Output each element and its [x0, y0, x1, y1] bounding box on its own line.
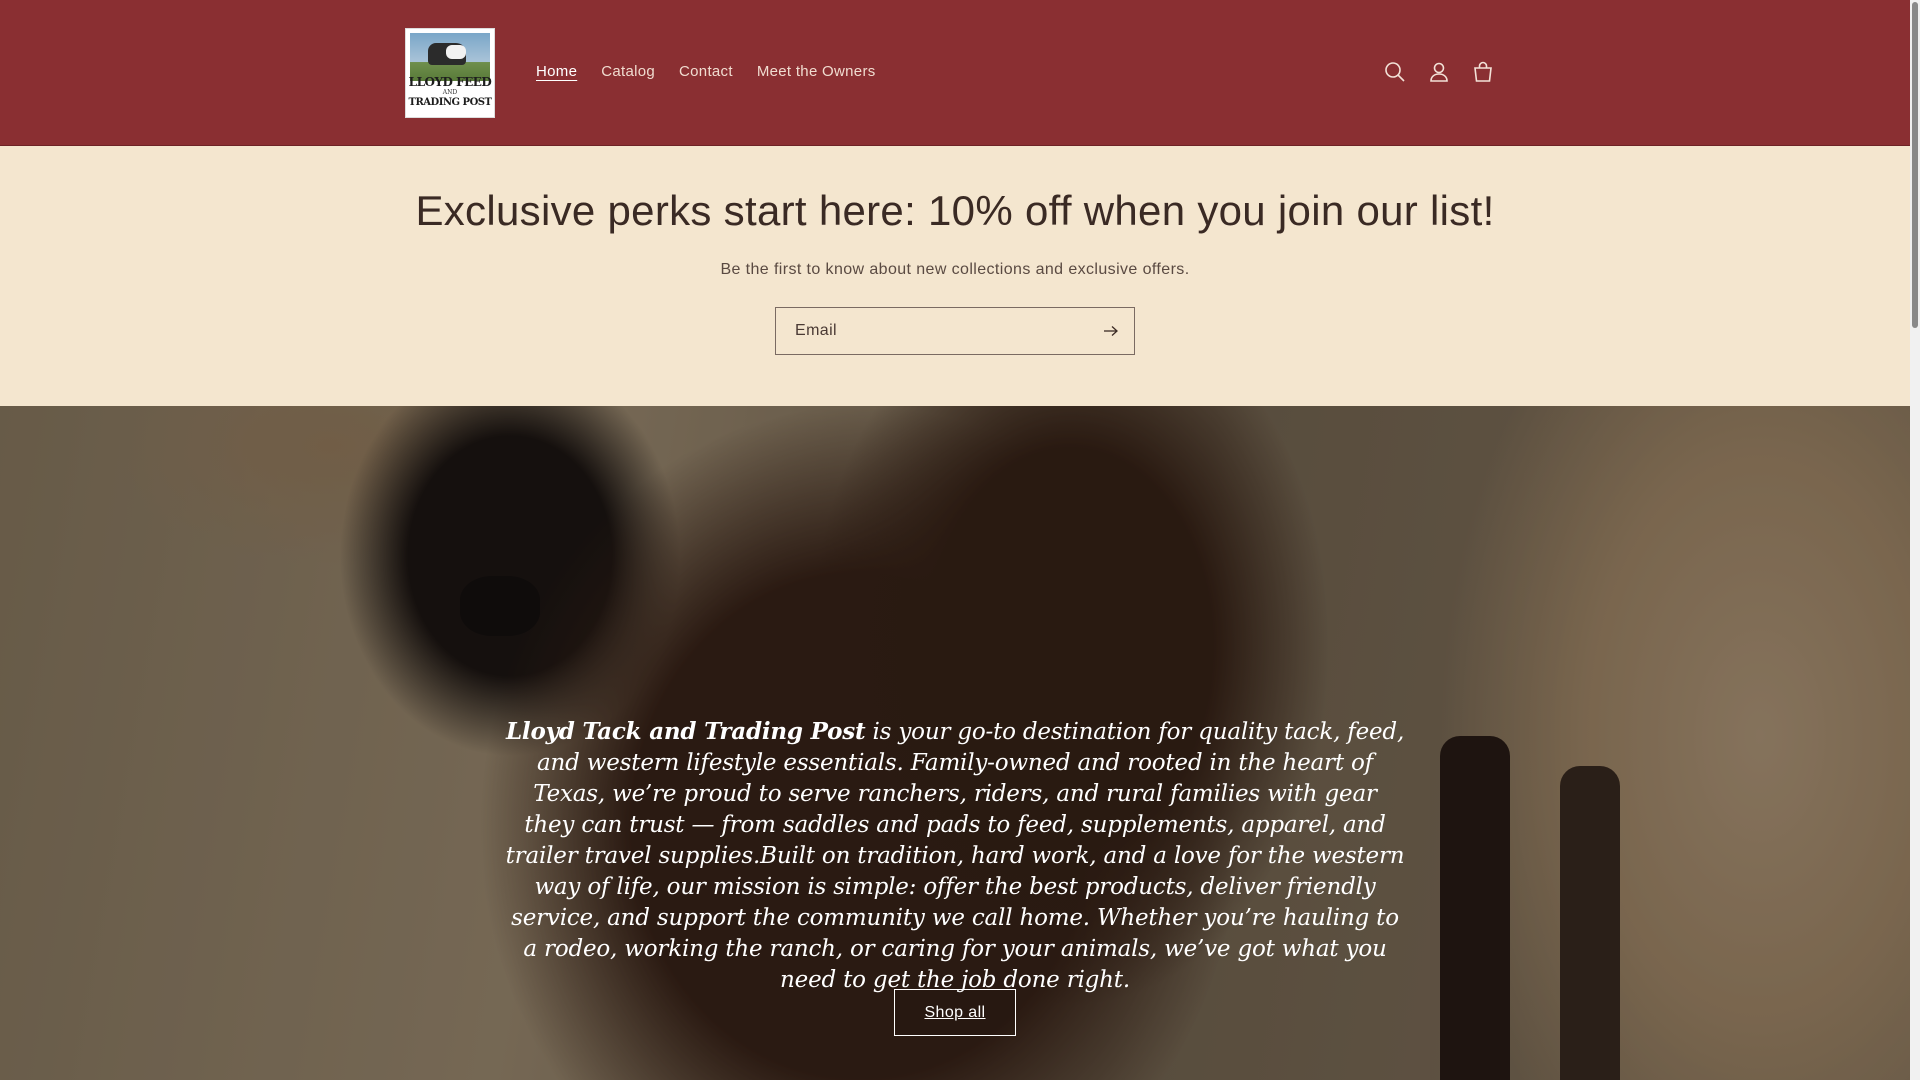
- account-icon: [1430, 62, 1448, 82]
- cart-button[interactable]: [1468, 54, 1498, 90]
- search-icon: [1385, 62, 1405, 82]
- page-scrollbar[interactable]: [1910, 0, 1920, 1080]
- account-button[interactable]: [1424, 54, 1454, 90]
- header-icons: [1380, 54, 1498, 90]
- newsletter-section: Exclusive perks start here: 10% off when…: [0, 147, 1910, 406]
- shop-all-button[interactable]: Shop all: [894, 989, 1016, 1036]
- email-submit-button[interactable]: [1088, 308, 1134, 354]
- store-logo[interactable]: LLOYD FEED AND TRADING POST: [405, 28, 495, 118]
- logo-text-line1: LLOYD FEED: [408, 75, 492, 89]
- newsletter-subtitle: Be the first to know about new collectio…: [720, 261, 1190, 278]
- nav-link-contact[interactable]: Contact: [667, 60, 745, 83]
- email-input[interactable]: [776, 308, 1086, 354]
- cart-icon: [1474, 61, 1492, 82]
- hero-description-text: is your go-to destination for quality ta…: [505, 719, 1405, 993]
- nav-link-meet-the-owners[interactable]: Meet the Owners: [745, 60, 888, 83]
- nav-link-home[interactable]: Home: [524, 60, 589, 83]
- main-nav: Home Catalog Contact Meet the Owners: [524, 60, 888, 83]
- newsletter-title: Exclusive perks start here: 10% off when…: [415, 187, 1495, 234]
- logo-cow-graphic-light: [446, 45, 466, 59]
- nav-link-catalog[interactable]: Catalog: [589, 60, 667, 83]
- hero-description: Lloyd Tack and Trading Post is your go-t…: [505, 716, 1405, 996]
- arrow-right-icon: [1104, 326, 1118, 336]
- logo-text-line3: TRADING POST: [408, 97, 492, 108]
- hero-brand-name: Lloyd Tack and Trading Post: [505, 718, 866, 745]
- logo-text-line2: AND: [442, 89, 458, 96]
- email-form: [775, 307, 1135, 355]
- site-header: LLOYD FEED AND TRADING POST Home Catalog…: [0, 0, 1910, 146]
- scrollbar-thumb[interactable]: [1912, 2, 1918, 328]
- search-button[interactable]: [1380, 54, 1410, 90]
- hero-banner: Lloyd Tack and Trading Post is your go-t…: [0, 406, 1910, 1080]
